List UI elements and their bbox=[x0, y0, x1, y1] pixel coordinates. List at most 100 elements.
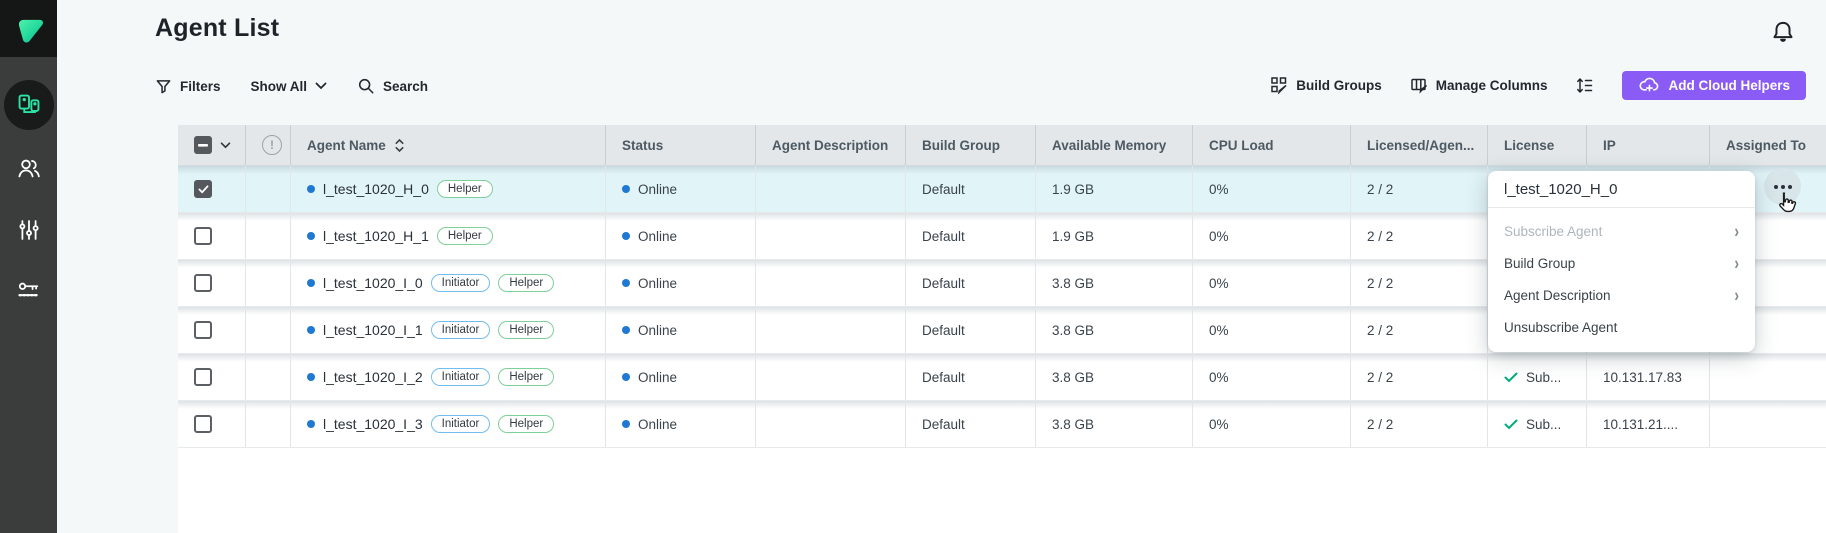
menu-item-build-group[interactable]: Build Group › bbox=[1488, 247, 1755, 279]
selection-dropdown-chevron-icon[interactable] bbox=[220, 142, 231, 149]
app-logo[interactable] bbox=[0, 0, 57, 57]
cell-build-group: Default bbox=[905, 166, 1035, 212]
users-icon bbox=[17, 156, 41, 180]
table-row[interactable]: l_test_1020_I_3InitiatorHelperOnlineDefa… bbox=[178, 401, 1826, 448]
menu-item-agent-description[interactable]: Agent Description › bbox=[1488, 279, 1755, 311]
cell-ip: 10.131.21.... bbox=[1586, 401, 1709, 447]
sidebar-item-users[interactable] bbox=[0, 141, 57, 195]
license-text: Sub... bbox=[1526, 417, 1561, 432]
helper-badge: Helper bbox=[498, 415, 554, 433]
header-cpu-load-label: CPU Load bbox=[1209, 138, 1274, 153]
cell-select bbox=[178, 260, 245, 306]
online-status-dot bbox=[622, 420, 630, 428]
menu-item-subscribe-agent[interactable]: Subscribe Agent › bbox=[1488, 215, 1755, 247]
manage-columns-label: Manage Columns bbox=[1436, 78, 1548, 93]
select-all-checkbox[interactable] bbox=[194, 136, 212, 154]
status-text: Online bbox=[638, 323, 677, 338]
cloud-plus-icon bbox=[1638, 77, 1659, 93]
helper-badge: Helper bbox=[437, 227, 493, 245]
header-available-memory-label: Available Memory bbox=[1052, 138, 1166, 153]
cell-agent-name: l_test_1020_H_0Helper bbox=[290, 166, 605, 212]
row-checkbox[interactable] bbox=[194, 180, 212, 198]
cell-assigned-to bbox=[1709, 401, 1826, 447]
header-available-memory[interactable]: Available Memory bbox=[1035, 125, 1192, 165]
header-license[interactable]: License bbox=[1487, 125, 1586, 165]
filters-button[interactable]: Filters bbox=[155, 78, 221, 95]
cell-licensed-agents: 2 / 2 bbox=[1350, 401, 1487, 447]
row-checkbox[interactable] bbox=[194, 415, 212, 433]
agent-status-dot bbox=[307, 279, 315, 287]
table-row[interactable]: l_test_1020_I_2InitiatorHelperOnlineDefa… bbox=[178, 354, 1826, 401]
initiator-badge: Initiator bbox=[431, 321, 491, 339]
cell-cpu-load: 0% bbox=[1192, 260, 1350, 306]
agent-status-dot bbox=[307, 185, 315, 193]
sliders-icon bbox=[17, 218, 41, 242]
bell-icon bbox=[1769, 18, 1797, 46]
cell-build-group: Default bbox=[905, 401, 1035, 447]
header-status[interactable]: Status bbox=[605, 125, 755, 165]
cell-alert bbox=[245, 260, 290, 306]
header-ip[interactable]: IP bbox=[1586, 125, 1709, 165]
status-text: Online bbox=[638, 370, 677, 385]
cell-licensed-agents: 2 / 2 bbox=[1350, 307, 1487, 353]
cell-build-group: Default bbox=[905, 354, 1035, 400]
row-actions-ellipsis-button[interactable] bbox=[1764, 168, 1801, 205]
agent-name-text: l_test_1020_I_0 bbox=[323, 275, 423, 291]
cell-status: Online bbox=[605, 307, 755, 353]
notifications-button[interactable] bbox=[1769, 18, 1797, 46]
cell-alert bbox=[245, 354, 290, 400]
header-agent-description-label: Agent Description bbox=[772, 138, 888, 153]
incredibuild-logo-icon bbox=[9, 9, 49, 49]
header-license-label: License bbox=[1504, 138, 1554, 153]
header-assigned-to[interactable]: Assigned To bbox=[1709, 125, 1826, 165]
header-select-all[interactable] bbox=[178, 125, 245, 165]
header-assigned-to-label: Assigned To bbox=[1726, 138, 1806, 153]
sidebar-item-settings[interactable] bbox=[0, 203, 57, 257]
cell-agent-description bbox=[755, 307, 905, 353]
status-text: Online bbox=[638, 276, 677, 291]
filter-funnel-icon bbox=[155, 78, 172, 95]
row-checkbox[interactable] bbox=[194, 368, 212, 386]
agent-status-dot bbox=[307, 373, 315, 381]
cell-status: Online bbox=[605, 260, 755, 306]
header-licensed-agents[interactable]: Licensed/Agen... bbox=[1350, 125, 1487, 165]
add-cloud-helpers-button[interactable]: Add Cloud Helpers bbox=[1622, 71, 1806, 100]
build-groups-icon bbox=[1270, 76, 1288, 94]
toolbar-left: Filters Show All Search bbox=[155, 72, 428, 100]
cell-select bbox=[178, 213, 245, 259]
sidebar-item-agents[interactable] bbox=[0, 78, 57, 132]
cell-select bbox=[178, 166, 245, 212]
row-checkbox[interactable] bbox=[194, 227, 212, 245]
status-text: Online bbox=[638, 229, 677, 244]
cell-available-memory: 3.8 GB bbox=[1035, 354, 1192, 400]
manage-columns-button[interactable]: Manage Columns bbox=[1410, 76, 1548, 94]
sidebar-item-license[interactable] bbox=[0, 264, 57, 318]
header-build-group[interactable]: Build Group bbox=[905, 125, 1035, 165]
show-all-dropdown[interactable]: Show All bbox=[251, 79, 328, 94]
cell-license: Sub... bbox=[1487, 401, 1586, 447]
row-checkbox[interactable] bbox=[194, 321, 212, 339]
header-cpu-load[interactable]: CPU Load bbox=[1192, 125, 1350, 165]
cell-agent-description bbox=[755, 354, 905, 400]
cell-alert bbox=[245, 213, 290, 259]
cell-alert bbox=[245, 166, 290, 212]
sort-arrows-icon[interactable] bbox=[394, 138, 405, 153]
context-menu-title: l_test_1020_H_0 bbox=[1488, 171, 1755, 208]
row-checkbox[interactable] bbox=[194, 274, 212, 292]
submenu-chevron-icon: › bbox=[1734, 285, 1739, 306]
header-agent-name[interactable]: Agent Name bbox=[290, 125, 605, 165]
build-groups-button[interactable]: Build Groups bbox=[1270, 76, 1382, 94]
cell-agent-description bbox=[755, 260, 905, 306]
agent-name-text: l_test_1020_I_2 bbox=[323, 369, 423, 385]
cell-assigned-to bbox=[1709, 354, 1826, 400]
cell-select bbox=[178, 307, 245, 353]
search-button[interactable]: Search bbox=[357, 77, 428, 95]
row-density-button[interactable] bbox=[1575, 76, 1594, 95]
cell-agent-description bbox=[755, 213, 905, 259]
header-agent-description[interactable]: Agent Description bbox=[755, 125, 905, 165]
online-status-dot bbox=[622, 232, 630, 240]
agent-context-menu: l_test_1020_H_0 Subscribe Agent › Build … bbox=[1488, 171, 1755, 352]
cell-build-group: Default bbox=[905, 213, 1035, 259]
menu-item-unsubscribe-agent[interactable]: Unsubscribe Agent bbox=[1488, 311, 1755, 343]
agents-icon bbox=[16, 92, 42, 118]
